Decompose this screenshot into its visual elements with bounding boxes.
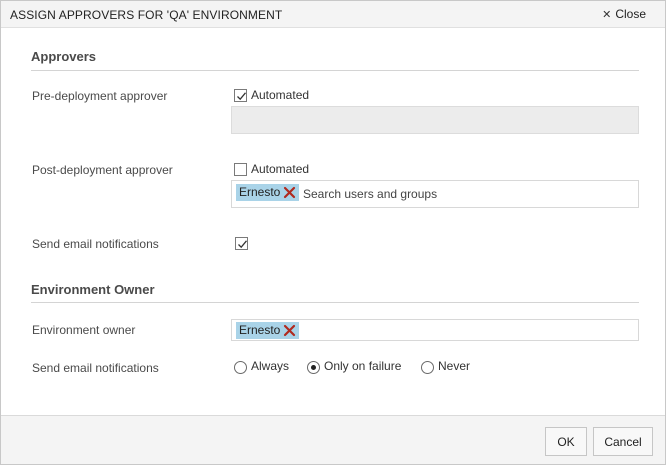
remove-icon[interactable] [283,324,296,337]
post-deployment-approver-picker[interactable]: Ernesto Search users and groups [231,180,639,208]
owner-send-email-label: Send email notifications [32,361,159,375]
checkmark-icon [238,240,248,249]
pre-deployment-automated-label: Automated [251,88,310,102]
radio-only-on-failure-label: Only on failure [324,359,402,373]
dialog-title-bar: ASSIGN APPROVERS FOR 'QA' ENVIRONMENT ✕ … [1,1,665,28]
close-button[interactable]: ✕ Close [602,7,646,21]
environment-owner-divider [31,302,639,303]
ok-button[interactable]: OK [545,427,587,456]
identity-tag: Ernesto [236,322,300,339]
environment-owner-label: Environment owner [32,323,136,337]
approvers-heading: Approvers [31,49,97,64]
assign-approvers-dialog: ASSIGN APPROVERS FOR 'QA' ENVIRONMENT ✕ … [0,0,666,465]
post-deployment-automated-label: Automated [251,162,310,176]
dialog-title: ASSIGN APPROVERS FOR 'QA' ENVIRONMENT [10,8,283,22]
identity-tag-label: Ernesto [239,323,281,337]
radio-never-label: Never [438,359,471,373]
close-label: Close [615,7,646,21]
close-icon: ✕ [602,8,612,21]
search-users-input[interactable]: Search users and groups [303,187,437,201]
pre-deployment-approver-field [231,106,639,134]
environment-owner-heading: Environment Owner [31,282,155,297]
approvers-send-email-label: Send email notifications [32,237,159,251]
cancel-button[interactable]: Cancel [593,427,653,456]
remove-icon[interactable] [283,186,296,199]
approvers-divider [31,70,639,71]
checkmark-icon [237,92,247,101]
pre-deployment-automated-checkbox[interactable] [234,89,247,102]
post-deployment-automated-checkbox[interactable] [234,163,247,176]
radio-only-on-failure[interactable] [307,361,320,374]
identity-tag: Ernesto [236,184,300,201]
radio-always[interactable] [234,361,247,374]
identity-tag-label: Ernesto [239,185,281,199]
pre-deployment-label: Pre-deployment approver [32,89,168,103]
approvers-send-email-checkbox[interactable] [235,237,248,250]
post-deployment-label: Post-deployment approver [32,163,173,177]
environment-owner-picker[interactable]: Ernesto [231,319,639,341]
radio-always-label: Always [251,359,290,373]
radio-never[interactable] [421,361,434,374]
radio-selected-dot [311,365,316,370]
dialog-footer: OK Cancel [1,415,665,464]
